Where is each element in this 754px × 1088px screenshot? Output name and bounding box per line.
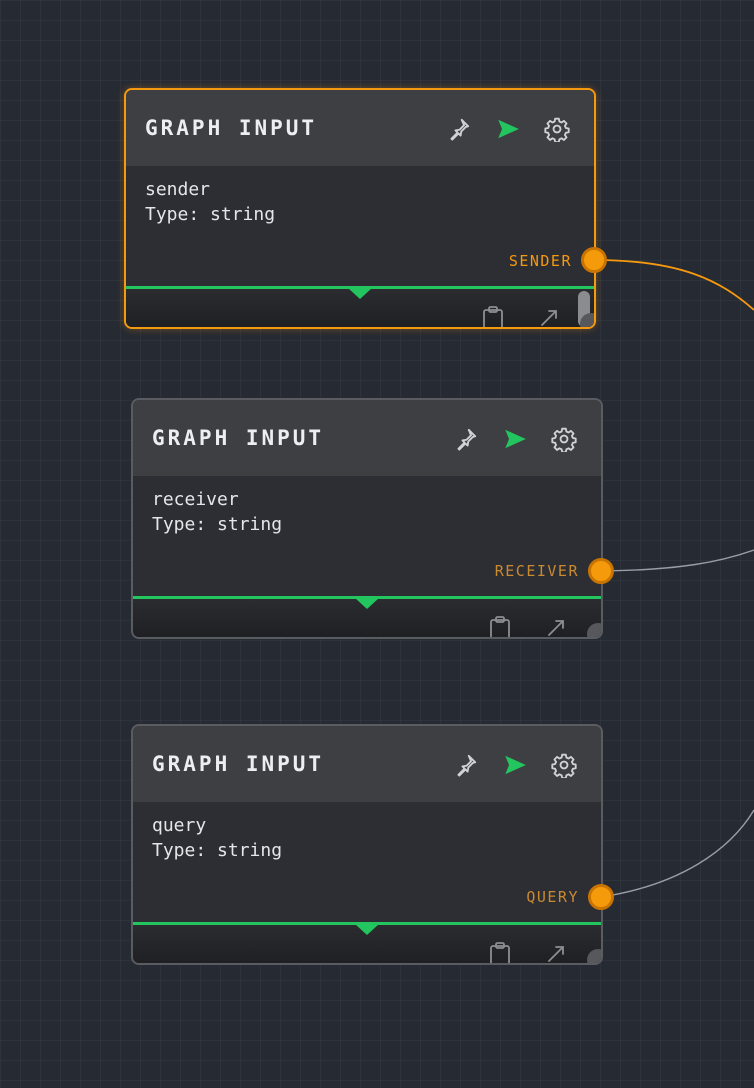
node-footer [133,596,601,637]
output-port-label: RECEIVER [494,562,579,580]
output-port-query[interactable] [588,884,614,910]
node-header[interactable]: GRAPH INPUT [133,400,601,476]
resize-handle[interactable] [587,949,601,963]
send-icon[interactable] [495,116,521,142]
edge-receiver[interactable] [600,549,754,572]
graph-input-node-receiver[interactable]: GRAPH INPUT receiver Type: string RECEIV… [131,398,603,639]
resize-handle[interactable] [587,623,601,637]
send-icon[interactable] [502,426,528,452]
node-header[interactable]: GRAPH INPUT [133,726,601,802]
clipboard-icon[interactable] [485,613,515,637]
node-footer [126,286,594,327]
expand-icon[interactable] [534,303,564,327]
node-title: GRAPH INPUT [152,752,325,776]
pin-icon[interactable] [453,426,479,452]
node-footer [133,922,601,963]
graph-input-node-sender[interactable]: GRAPH INPUT sender Type: string SENDER [124,88,596,329]
expand-icon[interactable] [541,613,571,637]
input-name: sender [145,179,211,200]
node-title: GRAPH INPUT [145,116,318,140]
triangle-down-icon[interactable] [348,288,372,299]
triangle-down-icon[interactable] [355,598,379,609]
input-name: receiver [152,489,239,510]
gear-icon[interactable] [551,752,577,778]
node-header[interactable]: GRAPH INPUT [126,90,594,166]
gear-icon[interactable] [551,426,577,452]
edge-sender[interactable] [593,259,754,311]
send-icon[interactable] [502,752,528,778]
input-type: Type: string [152,514,283,535]
node-body: query Type: string QUERY [133,802,601,922]
input-name: query [152,815,207,836]
triangle-down-icon[interactable] [355,924,379,935]
output-port-sender[interactable] [581,247,607,273]
output-port-label: SENDER [508,252,572,270]
output-port-label: QUERY [526,888,579,906]
gear-icon[interactable] [544,116,570,142]
input-type: Type: string [152,840,283,861]
graph-input-node-query[interactable]: GRAPH INPUT query Type: string QUERY [131,724,603,965]
pin-icon[interactable] [446,116,472,142]
node-body: receiver Type: string RECEIVER [133,476,601,596]
resize-handle[interactable] [580,313,594,327]
pin-icon[interactable] [453,752,479,778]
clipboard-icon[interactable] [478,303,508,327]
output-port-receiver[interactable] [588,558,614,584]
edge-query[interactable] [600,809,754,898]
node-title: GRAPH INPUT [152,426,325,450]
input-type: Type: string [145,204,276,225]
clipboard-icon[interactable] [485,939,515,963]
node-body: sender Type: string SENDER [126,166,594,286]
expand-icon[interactable] [541,939,571,963]
